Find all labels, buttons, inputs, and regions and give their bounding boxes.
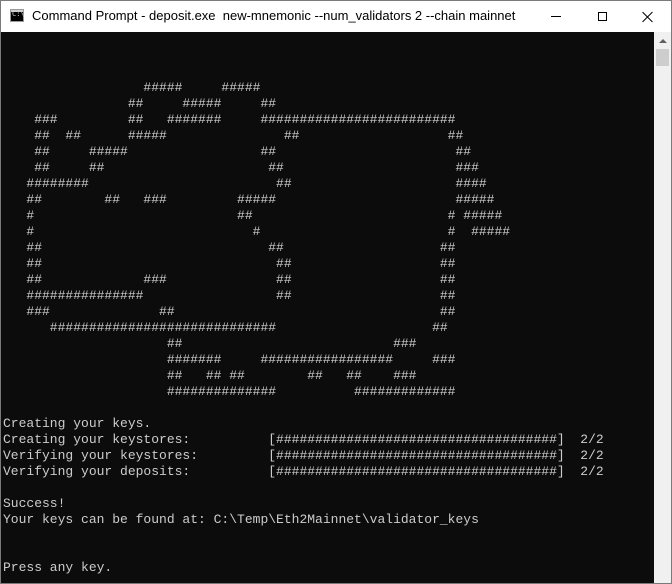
console-line: # ## # #####: [3, 208, 503, 223]
console-line: Creating your keys.: [3, 416, 152, 431]
maximize-button[interactable]: [579, 1, 625, 32]
console-line: ## ## ## ###: [3, 160, 479, 175]
console-line: Verifying your deposits: [##############…: [3, 464, 604, 479]
minimize-button[interactable]: [533, 1, 579, 32]
console-line: ##### #####: [3, 80, 261, 95]
cmd-icon-label: C:\: [12, 10, 25, 18]
console-line: ## ## ## ## ## ###: [3, 368, 417, 383]
window-title: Command Prompt - deposit.exe new-mnemoni…: [32, 8, 516, 23]
console-line: ######## ## ####: [3, 176, 487, 191]
console-line: Verifying your keystores: [#############…: [3, 448, 604, 463]
console-text: ##### ##### ## ##### ## ### ## ####### #…: [3, 64, 604, 576]
scroll-up-button[interactable]: [654, 32, 671, 49]
console-line: ############### ## ##: [3, 288, 456, 303]
console-line: ## ## ##: [3, 240, 456, 255]
maximize-icon: [597, 12, 607, 21]
console-line: ## ### ## ##: [3, 272, 456, 287]
console-line: Your keys can be found at: C:\Temp\Eth2M…: [3, 512, 479, 527]
console-line: ### ## ####### #########################: [3, 112, 456, 127]
scrollbar-thumb[interactable]: [656, 49, 669, 66]
console-line: Success!: [3, 496, 66, 511]
console-line: ## ## ##### ## ##: [3, 128, 464, 143]
console-line: ### ## ##: [3, 304, 456, 319]
console-line: ## ##### ##: [3, 96, 277, 111]
console-line: Press any key.: [3, 560, 113, 575]
console-line: ############## #############: [3, 384, 456, 399]
chevron-up-icon: [658, 38, 667, 43]
console-output-area[interactable]: ##### ##### ## ##### ## ### ## ####### #…: [1, 32, 654, 583]
console-line: Creating your keystores: [##############…: [3, 432, 604, 447]
console-line: ############################# ##: [3, 320, 448, 335]
console-line: ## ###: [3, 336, 417, 351]
vertical-scrollbar[interactable]: [654, 32, 671, 583]
console-line: ####### ################# ###: [3, 352, 456, 367]
console-line: ## ## ### ##### #####: [3, 192, 495, 207]
command-prompt-window: C:\ Command Prompt - deposit.exe new-mne…: [0, 0, 672, 584]
close-button[interactable]: [625, 1, 671, 32]
console-line: ## ##### ## ##: [3, 144, 472, 159]
console-line: ## ## ##: [3, 256, 456, 271]
cmd-icon[interactable]: C:\: [10, 9, 25, 22]
close-icon: [642, 11, 654, 23]
console-line: # # # #####: [3, 224, 511, 239]
minimize-icon: [551, 16, 561, 17]
title-bar[interactable]: C:\ Command Prompt - deposit.exe new-mne…: [1, 1, 671, 32]
